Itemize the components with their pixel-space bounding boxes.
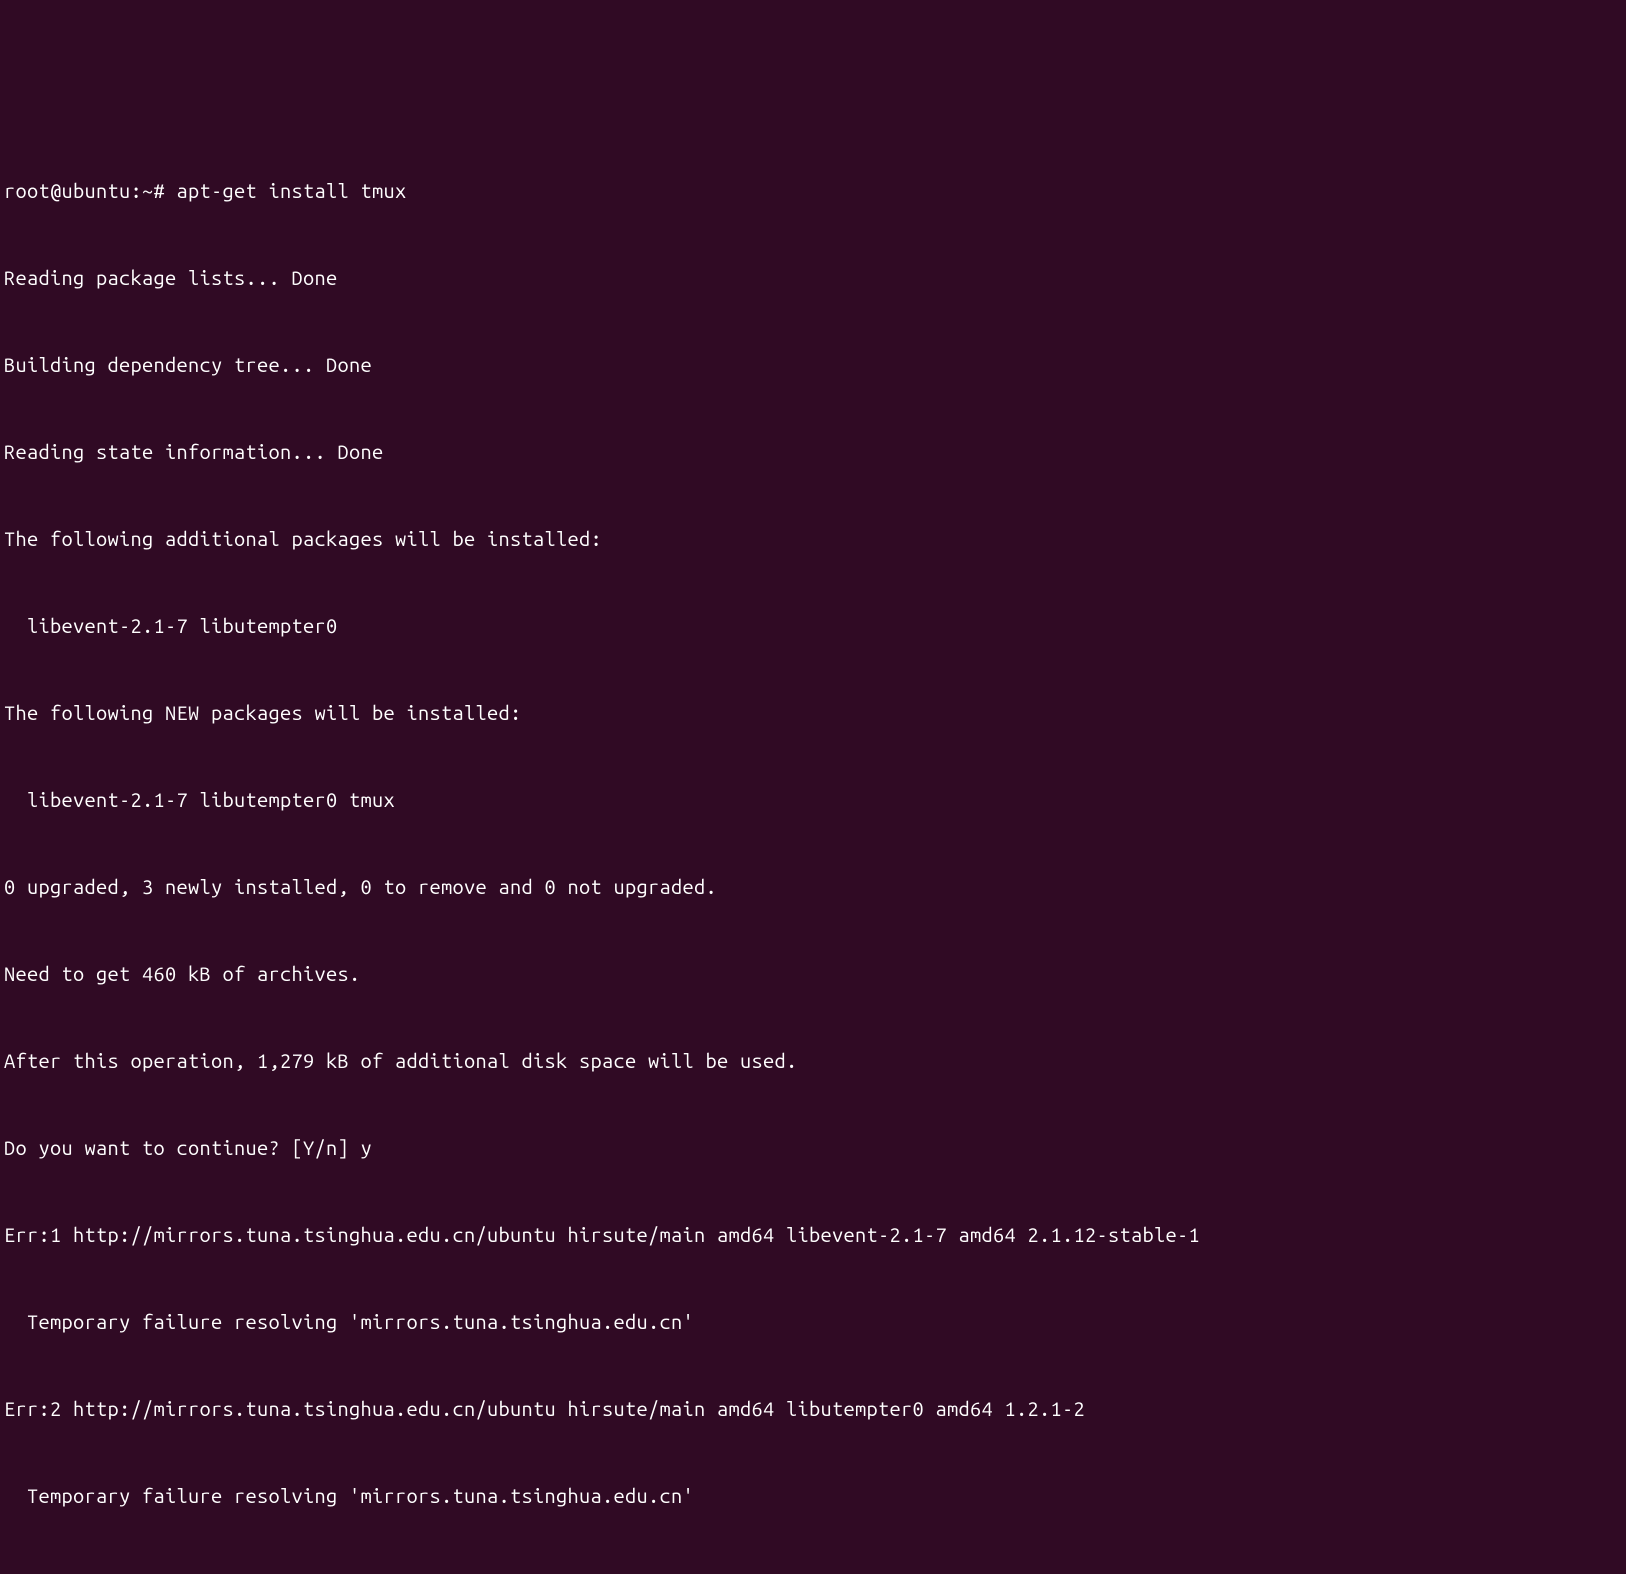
terminal-line: libevent-2.1-7 libutempter0 — [4, 611, 1622, 640]
terminal-line: Do you want to continue? [Y/n] y — [4, 1133, 1622, 1162]
terminal-line: Temporary failure resolving 'mirrors.tun… — [4, 1481, 1622, 1510]
terminal-line: The following additional packages will b… — [4, 524, 1622, 553]
terminal-line: Err:2 http://mirrors.tuna.tsinghua.edu.c… — [4, 1394, 1622, 1423]
terminal-window[interactable]: root@ubuntu:~# apt-get install tmux Read… — [0, 116, 1626, 1574]
terminal-line: Reading state information... Done — [4, 437, 1622, 466]
terminal-line: The following NEW packages will be insta… — [4, 698, 1622, 727]
terminal-line: Building dependency tree... Done — [4, 350, 1622, 379]
terminal-line: Err:3 http://mirrors.tuna.tsinghua.edu.c… — [4, 1568, 1622, 1574]
terminal-line: 0 upgraded, 3 newly installed, 0 to remo… — [4, 872, 1622, 901]
terminal-line: Need to get 460 kB of archives. — [4, 959, 1622, 988]
terminal-line: Err:1 http://mirrors.tuna.tsinghua.edu.c… — [4, 1220, 1622, 1249]
terminal-line: Temporary failure resolving 'mirrors.tun… — [4, 1307, 1622, 1336]
terminal-line: libevent-2.1-7 libutempter0 tmux — [4, 785, 1622, 814]
terminal-line: Reading package lists... Done — [4, 263, 1622, 292]
terminal-line: root@ubuntu:~# apt-get install tmux — [4, 176, 1622, 205]
terminal-line: After this operation, 1,279 kB of additi… — [4, 1046, 1622, 1075]
